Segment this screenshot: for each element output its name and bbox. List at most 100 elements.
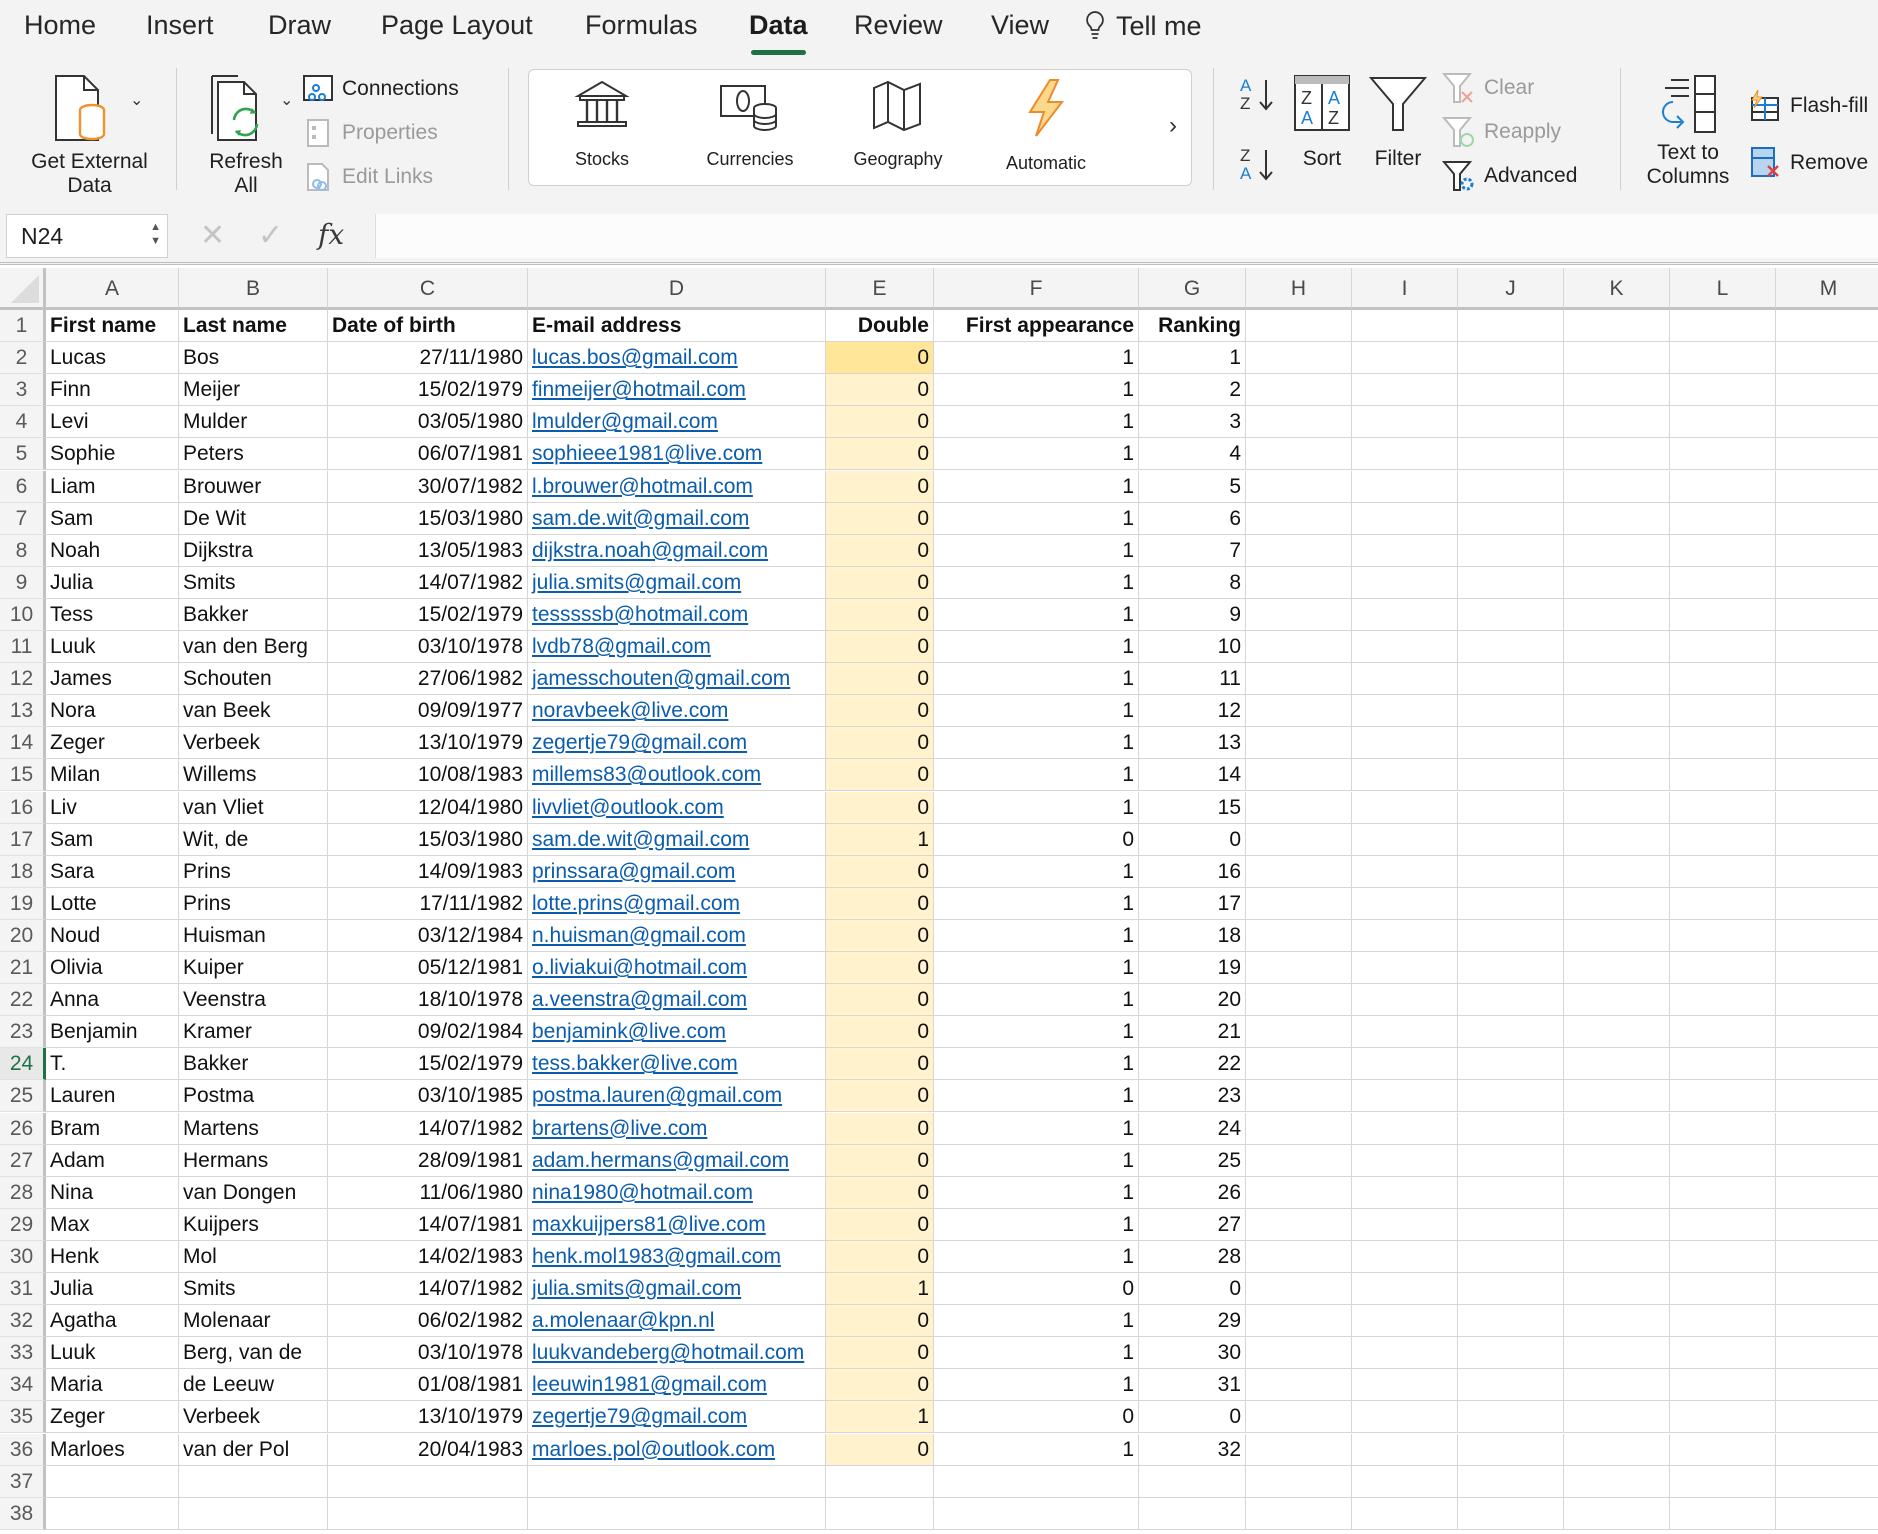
row-header-12[interactable]: 12 xyxy=(0,663,46,696)
data-cell[interactable]: 0 xyxy=(826,566,934,599)
email-link-cell[interactable]: a.veenstra@gmail.com xyxy=(528,984,826,1017)
data-cell[interactable]: 1 xyxy=(934,1369,1139,1402)
empty-cell[interactable] xyxy=(1776,406,1878,439)
data-cell[interactable]: 1 xyxy=(826,1273,934,1305)
empty-cell[interactable] xyxy=(1776,663,1878,696)
empty-cell[interactable] xyxy=(1458,1208,1564,1241)
data-cell[interactable]: Tess xyxy=(46,598,179,631)
data-cell[interactable]: 27/11/1980 xyxy=(328,342,528,375)
data-cell[interactable]: 13 xyxy=(1139,727,1246,760)
edit-links-button[interactable]: Edit Links xyxy=(302,162,433,192)
empty-cell[interactable] xyxy=(528,1465,826,1498)
data-cell[interactable]: 30 xyxy=(1139,1337,1246,1370)
empty-cell[interactable] xyxy=(1564,1016,1670,1049)
row-header-16[interactable]: 16 xyxy=(0,791,46,824)
insert-function-icon[interactable]: fx xyxy=(318,218,344,251)
empty-cell[interactable] xyxy=(1670,1337,1776,1370)
empty-cell[interactable] xyxy=(1670,374,1776,407)
empty-cell[interactable] xyxy=(1670,1305,1776,1338)
data-cell[interactable]: 15/03/1980 xyxy=(328,823,528,856)
empty-cell[interactable] xyxy=(1670,1176,1776,1209)
data-cell[interactable]: 0 xyxy=(826,791,934,824)
data-cell[interactable]: Berg, van de xyxy=(179,1337,328,1370)
empty-cell[interactable] xyxy=(1670,1240,1776,1273)
data-cell[interactable]: Dijkstra xyxy=(179,534,328,567)
empty-cell[interactable] xyxy=(1352,952,1458,984)
empty-cell[interactable] xyxy=(1670,310,1776,342)
row-header-14[interactable]: 14 xyxy=(0,727,46,760)
empty-cell[interactable] xyxy=(1458,631,1564,663)
email-link-cell[interactable]: marloes.pol@outlook.com xyxy=(528,1433,826,1466)
email-link-cell[interactable]: millems83@outlook.com xyxy=(528,759,826,792)
empty-cell[interactable] xyxy=(1139,1497,1246,1530)
empty-cell[interactable] xyxy=(1246,566,1352,599)
empty-cell[interactable] xyxy=(1670,855,1776,888)
data-cell[interactable]: Mol xyxy=(179,1240,328,1273)
empty-cell[interactable] xyxy=(1670,759,1776,792)
data-cell[interactable]: Levi xyxy=(46,406,179,439)
data-cell[interactable]: Agatha xyxy=(46,1305,179,1338)
row-header-37[interactable]: 37 xyxy=(0,1465,46,1498)
row-header-26[interactable]: 26 xyxy=(0,1112,46,1145)
data-cell[interactable]: Hermans xyxy=(179,1144,328,1177)
empty-cell[interactable] xyxy=(1352,1240,1458,1273)
tab-page-layout[interactable]: Page Layout xyxy=(381,10,533,41)
data-cell[interactable]: 12 xyxy=(1139,695,1246,728)
empty-cell[interactable] xyxy=(1670,1144,1776,1177)
empty-cell[interactable] xyxy=(1670,470,1776,503)
data-cell[interactable]: 01/08/1981 xyxy=(328,1369,528,1402)
data-cell[interactable]: 0 xyxy=(826,887,934,920)
empty-cell[interactable] xyxy=(1776,1241,1878,1273)
data-cell[interactable]: Peters xyxy=(179,438,328,471)
empty-cell[interactable] xyxy=(1564,695,1670,728)
data-cell[interactable]: 03/10/1978 xyxy=(328,631,528,663)
empty-cell[interactable] xyxy=(1352,663,1458,696)
data-cell[interactable]: van der Pol xyxy=(179,1433,328,1466)
data-cell[interactable]: 29 xyxy=(1139,1305,1246,1338)
data-cell[interactable]: 0 xyxy=(826,1369,934,1402)
empty-cell[interactable] xyxy=(1352,855,1458,888)
data-cell[interactable]: Kramer xyxy=(179,1016,328,1049)
row-header-13[interactable]: 13 xyxy=(0,695,46,728)
empty-cell[interactable] xyxy=(1564,1305,1670,1338)
empty-cell[interactable] xyxy=(1246,919,1352,952)
empty-cell[interactable] xyxy=(1246,727,1352,760)
empty-cell[interactable] xyxy=(1246,1401,1352,1434)
sort-descending-button[interactable]: ZA xyxy=(1238,144,1278,191)
data-cell[interactable]: Lauren xyxy=(46,1080,179,1113)
empty-cell[interactable] xyxy=(1246,1497,1352,1530)
empty-cell[interactable] xyxy=(1352,534,1458,567)
empty-cell[interactable] xyxy=(1246,1465,1352,1498)
data-cell[interactable]: 11/06/1980 xyxy=(328,1176,528,1209)
empty-cell[interactable] xyxy=(1564,759,1670,792)
data-cell[interactable]: Smits xyxy=(179,1273,328,1305)
empty-cell[interactable] xyxy=(1139,1465,1246,1498)
empty-cell[interactable] xyxy=(528,1497,826,1530)
data-cell[interactable]: Noah xyxy=(46,534,179,567)
empty-cell[interactable] xyxy=(1246,374,1352,407)
empty-cell[interactable] xyxy=(1776,1016,1878,1049)
header-cell-f[interactable]: First appearance xyxy=(934,310,1139,342)
empty-cell[interactable] xyxy=(1246,952,1352,984)
data-cell[interactable]: Sam xyxy=(46,823,179,856)
empty-cell[interactable] xyxy=(1458,919,1564,952)
tab-insert[interactable]: Insert xyxy=(146,10,214,41)
row-header-5[interactable]: 5 xyxy=(0,438,46,471)
data-cell[interactable]: 0 xyxy=(934,823,1139,856)
data-cell[interactable]: 1 xyxy=(934,1112,1139,1145)
empty-cell[interactable] xyxy=(1564,406,1670,439)
data-cell[interactable]: 5 xyxy=(1139,470,1246,503)
empty-cell[interactable] xyxy=(1352,823,1458,856)
empty-cell[interactable] xyxy=(1776,503,1878,535)
row-header-23[interactable]: 23 xyxy=(0,1016,46,1049)
automatic-button[interactable]: Automatic xyxy=(981,78,1111,175)
data-cell[interactable]: 17/11/1982 xyxy=(328,887,528,920)
empty-cell[interactable] xyxy=(1670,1016,1776,1049)
data-cell[interactable]: 1 xyxy=(934,791,1139,824)
empty-cell[interactable] xyxy=(1246,1016,1352,1049)
data-cell[interactable]: 26 xyxy=(1139,1176,1246,1209)
empty-cell[interactable] xyxy=(1564,310,1670,342)
row-header-15[interactable]: 15 xyxy=(0,759,46,792)
empty-cell[interactable] xyxy=(1776,1113,1878,1145)
empty-cell[interactable] xyxy=(1458,855,1564,888)
